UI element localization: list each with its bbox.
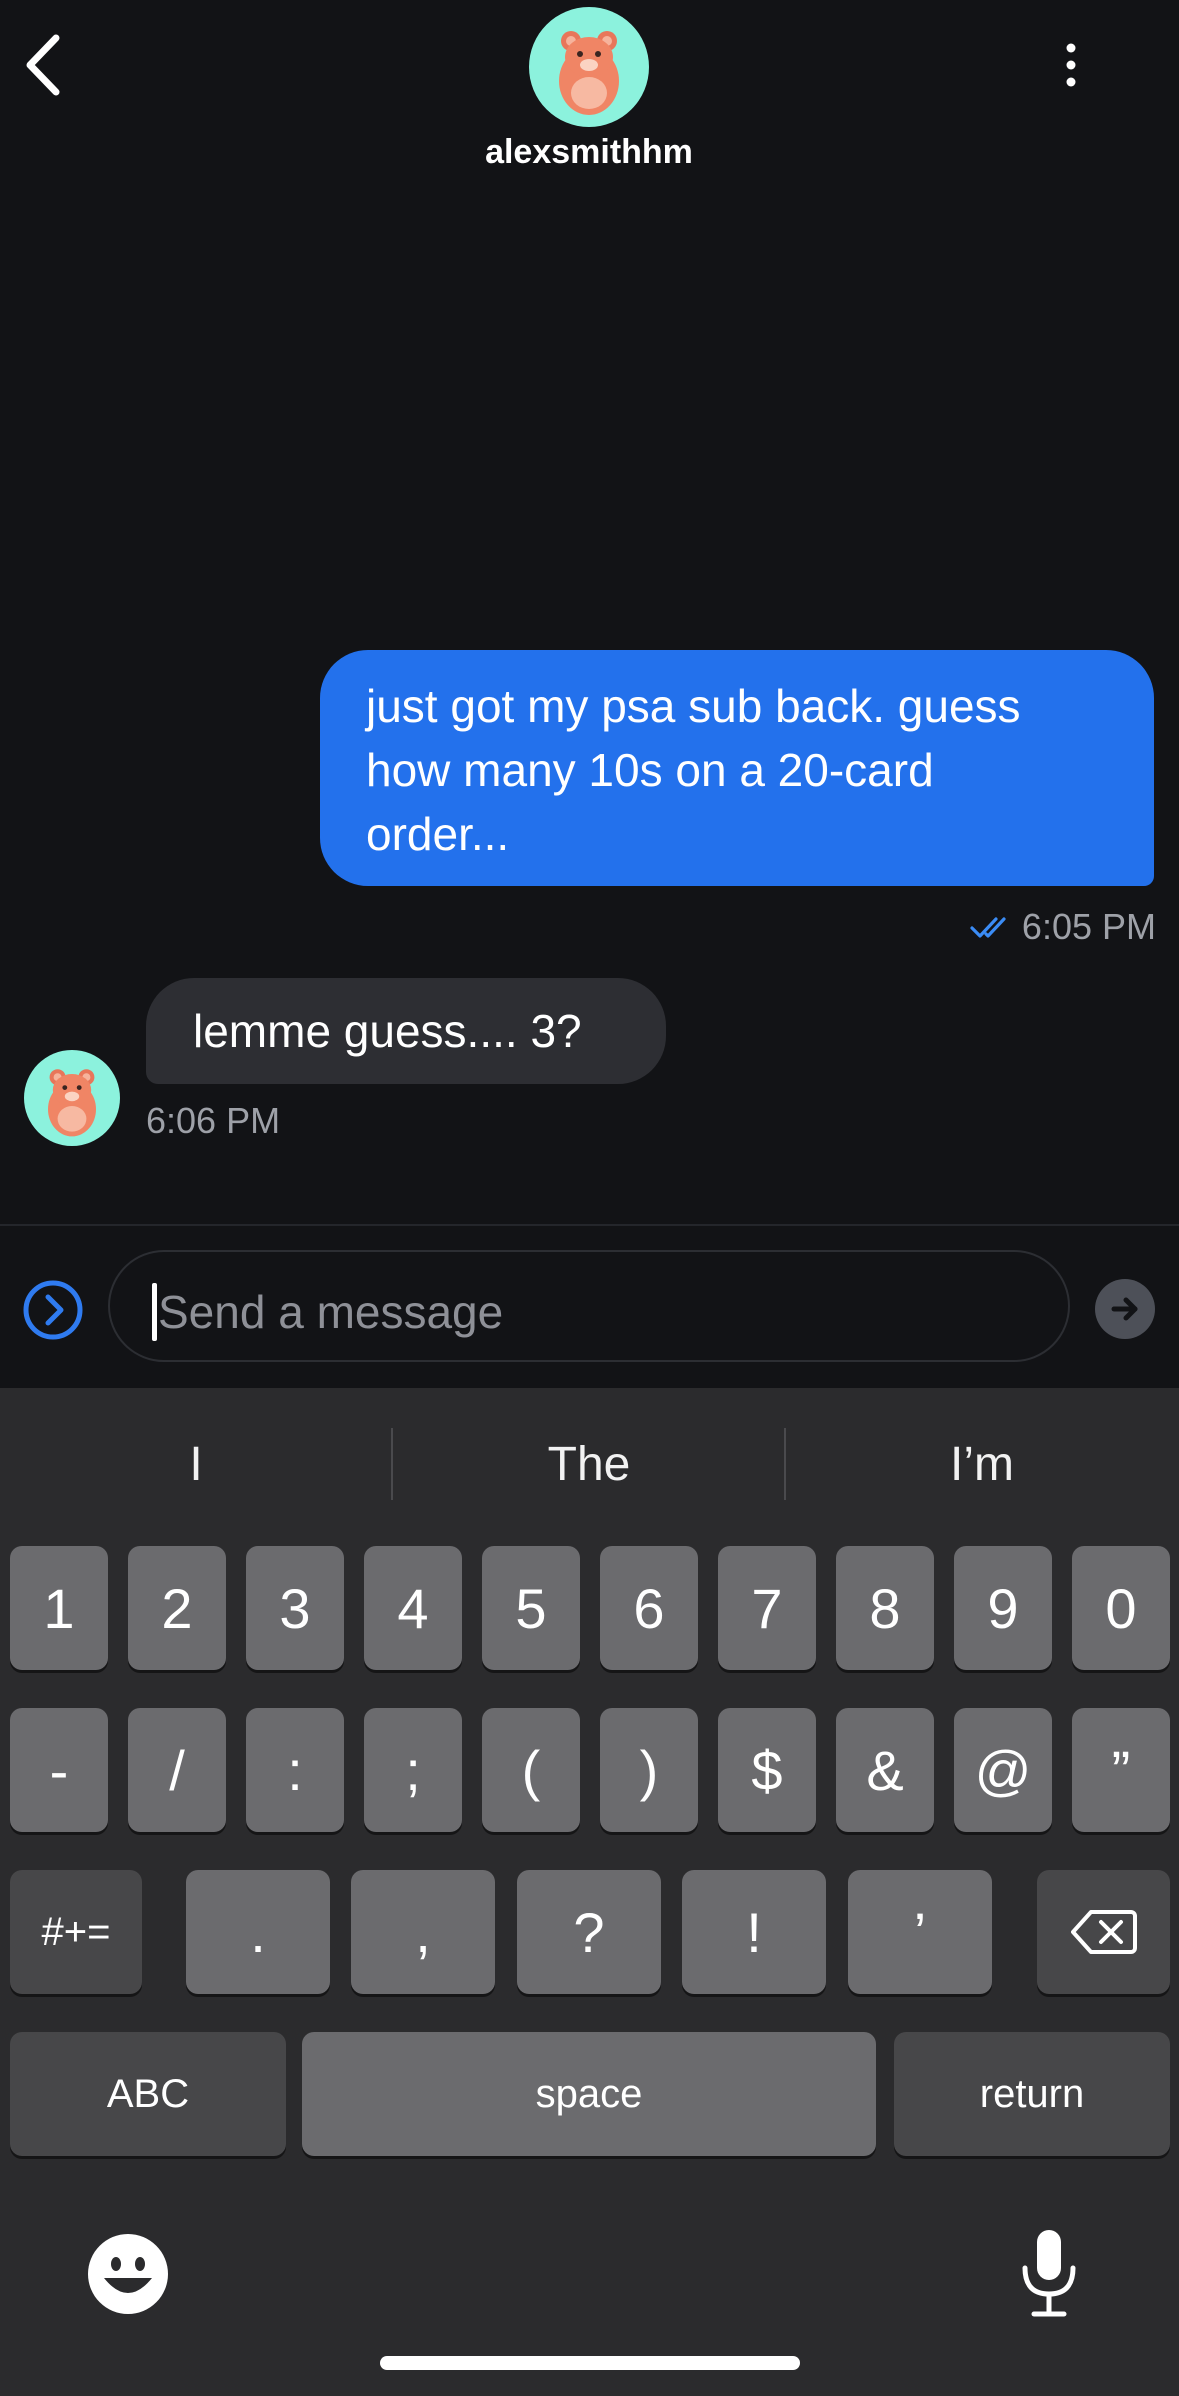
key-ampersand[interactable]: & (836, 1708, 934, 1832)
microphone-button[interactable] (1018, 2228, 1080, 2320)
suggestion-1[interactable]: I (0, 1420, 392, 1510)
message-text: lemme guess.... 3? (193, 1005, 582, 1057)
key-4[interactable]: 4 (364, 1546, 462, 1670)
key-2[interactable]: 2 (128, 1546, 226, 1670)
key-period[interactable]: . (186, 1870, 330, 1994)
key-comma[interactable]: , (351, 1870, 495, 1994)
key-6[interactable]: 6 (600, 1546, 698, 1670)
message-line: order... (366, 808, 510, 860)
outgoing-message-bubble[interactable]: just got my psa sub back. guess how many… (320, 650, 1154, 886)
composer-divider (0, 1224, 1179, 1226)
key-at[interactable]: @ (954, 1708, 1052, 1832)
key-1[interactable]: 1 (10, 1546, 108, 1670)
message-line: how many 10s on a 20-card (366, 744, 934, 796)
key-hyphen[interactable]: - (10, 1708, 108, 1832)
home-indicator[interactable] (380, 2356, 800, 2370)
message-input-placeholder: Send a message (158, 1286, 504, 1338)
key-close-paren[interactable]: ) (600, 1708, 698, 1832)
incoming-message-bubble[interactable]: lemme guess.... 3? (146, 978, 666, 1084)
key-8[interactable]: 8 (836, 1546, 934, 1670)
key-3[interactable]: 3 (246, 1546, 344, 1670)
double-check-icon (970, 917, 1006, 938)
key-colon[interactable]: : (246, 1708, 344, 1832)
microphone-icon (1022, 2230, 1076, 2317)
suggestion-3[interactable]: I’m (786, 1420, 1178, 1510)
emoji-icon (88, 2234, 168, 2314)
message-line: just got my psa sub back. guess (366, 680, 1021, 732)
message-time: 6:05 PM (1021, 906, 1156, 947)
key-exclamation[interactable]: ! (682, 1870, 826, 1994)
emoji-button[interactable] (86, 2232, 170, 2316)
back-button[interactable] (18, 30, 78, 100)
key-abc[interactable]: ABC (10, 2032, 286, 2156)
key-quote[interactable]: ” (1072, 1708, 1170, 1832)
key-more-symbols[interactable]: #+= (10, 1870, 142, 1994)
key-0[interactable]: 0 (1072, 1546, 1170, 1670)
key-9[interactable]: 9 (954, 1546, 1052, 1670)
key-open-paren[interactable]: ( (482, 1708, 580, 1832)
key-5[interactable]: 5 (482, 1546, 580, 1670)
backspace-icon (1070, 1910, 1137, 1954)
circle-chevron-right-icon (23, 1280, 83, 1340)
delete-key[interactable] (1037, 1870, 1170, 1994)
menu-button[interactable] (1050, 40, 1092, 90)
avatar[interactable] (529, 7, 649, 127)
key-space[interactable]: space (302, 2032, 876, 2156)
bear-avatar (48, 1069, 96, 1137)
suggestion-2[interactable]: The (393, 1420, 785, 1510)
key-apostrophe[interactable]: ’ (848, 1870, 992, 1994)
arrow-right-icon (1111, 1297, 1138, 1321)
key-dollar[interactable]: $ (718, 1708, 816, 1832)
username: alexsmithhm (485, 133, 693, 171)
key-slash[interactable]: / (128, 1708, 226, 1832)
vertical-dots-icon (1066, 43, 1076, 87)
chevron-left-icon (26, 34, 60, 96)
bear-avatar (559, 31, 619, 115)
expand-actions-button[interactable] (22, 1279, 84, 1341)
key-7[interactable]: 7 (718, 1546, 816, 1670)
send-button[interactable] (1095, 1279, 1155, 1339)
text-caret (152, 1283, 157, 1341)
outgoing-timestamp-row: 6:05 PM (950, 905, 1156, 949)
key-return[interactable]: return (894, 2032, 1170, 2156)
sender-avatar[interactable] (24, 1050, 120, 1146)
key-semicolon[interactable]: ; (364, 1708, 462, 1832)
incoming-timestamp: 6:06 PM (146, 1100, 281, 1141)
key-question[interactable]: ? (517, 1870, 661, 1994)
